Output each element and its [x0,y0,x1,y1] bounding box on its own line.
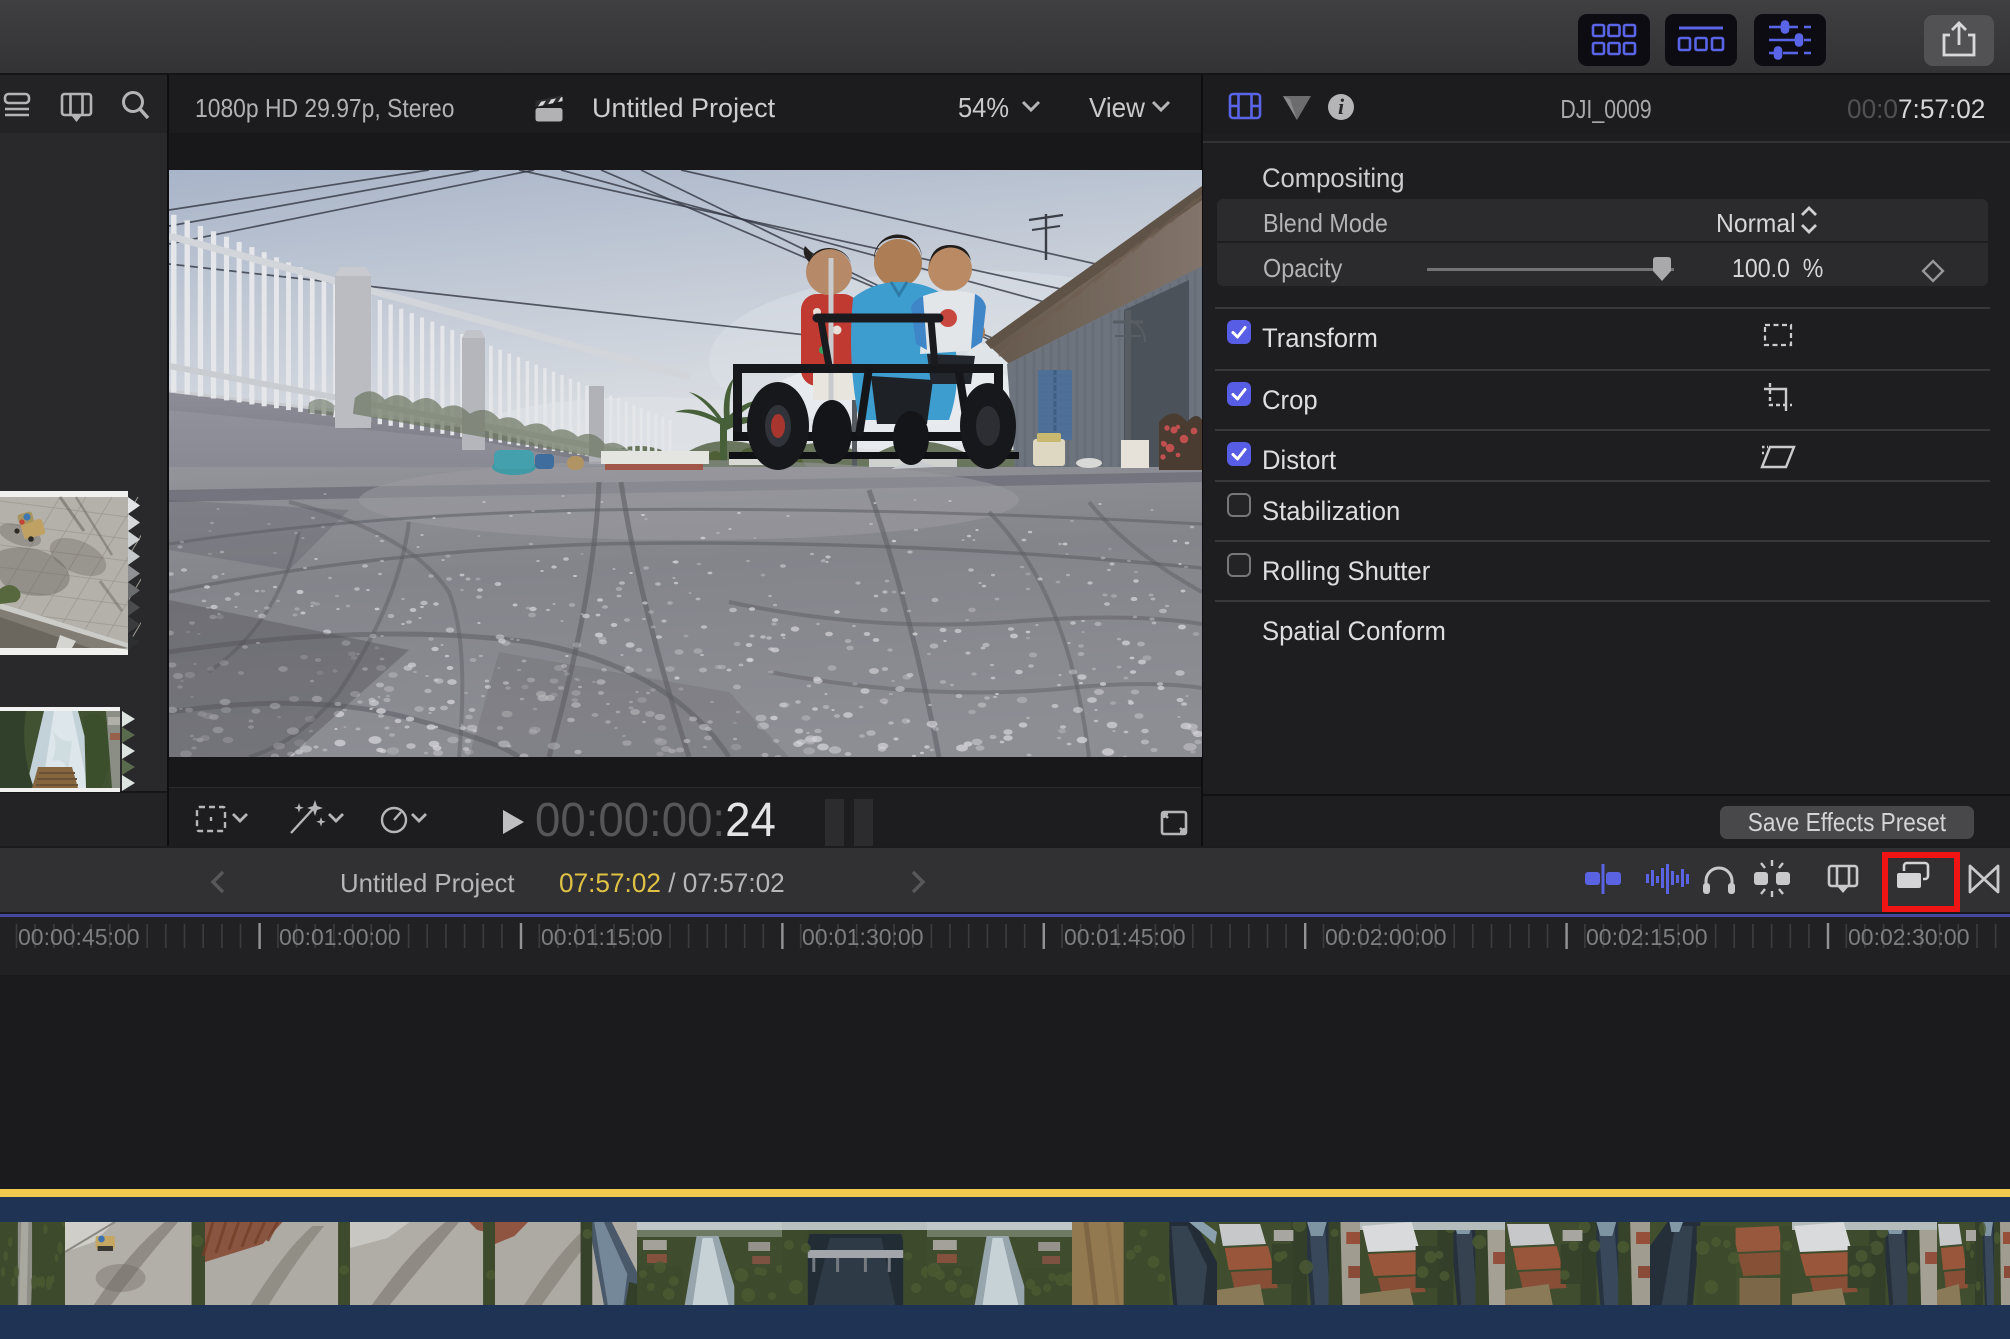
svg-text:00:01:30:00: 00:01:30:00 [802,924,924,950]
svg-text:00:02:30:00: 00:02:30:00 [1848,924,1970,950]
svg-text:00:02:00:00: 00:02:00:00 [1325,924,1447,950]
svg-text:00:01:00:00: 00:01:00:00 [279,924,401,950]
svg-text:00:01:45:00: 00:01:45:00 [1064,924,1186,950]
svg-text:00:02:15:00: 00:02:15:00 [1586,924,1708,950]
svg-text:00:00:45:00: 00:00:45:00 [18,924,140,950]
svg-text:00:00:00:24: 00:00:00:24 [535,793,776,846]
svg-text:00:01:15:00: 00:01:15:00 [541,924,663,950]
